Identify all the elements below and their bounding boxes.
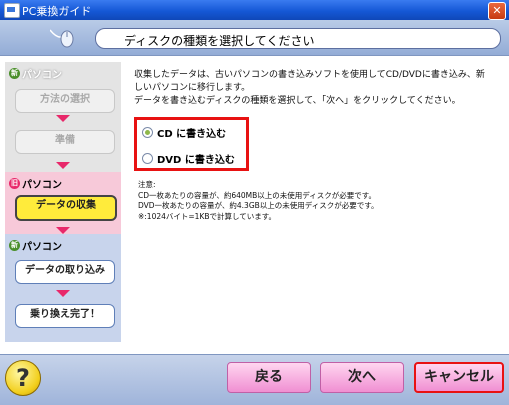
mouse-icon [50,29,74,48]
next-button[interactable]: 次へ [320,362,404,393]
step-section-old-pc: 旧 パソコン データの収集 [5,172,121,234]
step-method-select: 方法の選択 [15,89,115,113]
step-panel: 新 パソコン 方法の選択 準備 旧 パソコン データの収集 新 パソコン データ… [5,62,121,342]
old-badge-icon: 旧 [9,178,20,189]
radio-selected-icon[interactable] [142,127,153,138]
step-data-import: データの取り込み [15,260,115,284]
cancel-button[interactable]: キャンセル [414,362,504,393]
help-button[interactable]: ? [5,360,41,396]
instruction-line: 収集したデータは、古いパソコンの書き込みソフトを使用してCD/DVDに書き込み、… [134,70,485,80]
step-preparation: 準備 [15,130,115,154]
option-dvd-label: DVD に書き込む [157,155,235,166]
step-section-new-pc: 新 パソコン 方法の選択 準備 [5,62,121,172]
section-header-new-pc: 新 パソコン [9,66,62,81]
instruction-line: データを書き込むディスクの種類を選択して、「次へ」をクリックしてください。 [134,96,461,106]
back-button[interactable]: 戻る [227,362,311,393]
note-line: ※:1024バイト=1KBで計算しています。 [138,211,277,221]
section-header-old-pc: 旧 パソコン [9,176,62,191]
step-complete: 乗り換え完了！ [15,304,115,328]
close-icon: ✕ [492,4,502,17]
note-line: CD一枚あたりの容量が、約640MB以上の未使用ディスクが必要です。 [138,190,377,200]
step-arrow-icon [56,227,70,234]
option-dvd[interactable]: DVD に書き込む [142,151,235,166]
close-button[interactable]: ✕ [488,2,506,20]
app-icon [4,3,20,18]
step-arrow-icon [56,162,70,169]
step-section-new-pc-2: 新 パソコン データの取り込み 乗り換え完了！ [5,234,121,342]
step-data-collection: データの収集 [15,195,117,221]
page-title: ディスクの種類を選択してください [95,28,501,49]
instruction-line: しいパソコンに移行します。 [134,83,251,93]
option-cd[interactable]: CD に書き込む [142,125,226,140]
page-title-text: ディスクの種類を選択してください [124,34,315,48]
section-label: パソコン [22,180,62,191]
section-label: パソコン [22,242,62,253]
note-line: DVD一枚あたりの容量が、約4.3GB以上の未使用ディスクが必要です。 [138,201,379,210]
disc-type-options: CD に書き込む DVD に書き込む [134,117,249,171]
notes: 注意: CD一枚あたりの容量が、約640MB以上の未使用ディスクが必要です。 D… [138,180,500,222]
step-arrow-icon [56,290,70,297]
title-bar: PC乗換ガイド ✕ [0,0,509,20]
radio-unselected-icon[interactable] [142,153,153,164]
new-badge-icon: 新 [9,240,20,251]
step-arrow-icon [56,115,70,122]
section-header-new-pc-2: 新 パソコン [9,238,62,253]
help-icon: ? [16,364,30,392]
window-title: PC乗換ガイド [22,5,92,18]
instructions: 収集したデータは、古いパソコンの書き込みソフトを使用してCD/DVDに書き込み、… [134,69,496,108]
new-badge-icon: 新 [9,68,20,79]
notes-title: 注意: [138,180,156,189]
section-label: パソコン [22,70,62,81]
option-cd-label: CD に書き込む [157,129,227,140]
header-band: ディスクの種類を選択してください [0,20,509,56]
